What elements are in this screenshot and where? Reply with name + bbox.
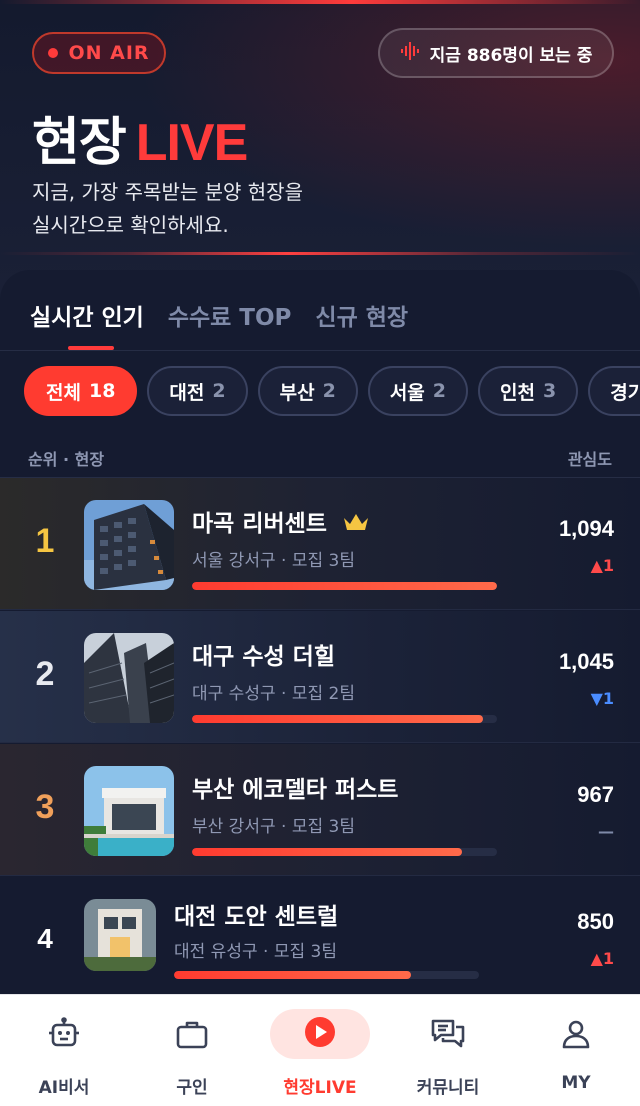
tabs-divider: [0, 350, 640, 351]
chip-label: 경기: [610, 381, 640, 404]
audio-wave-icon: [400, 41, 420, 66]
rank-number: 2: [35, 655, 55, 693]
hero-bottom-glow: [0, 252, 640, 255]
chip-count: 2: [322, 380, 336, 402]
chip-count: 2: [212, 380, 226, 402]
bottom-nav: AI비서 구인 현장LIVE 커뮤니티 MY: [0, 994, 640, 1106]
nav-jobs[interactable]: 구인: [128, 995, 256, 1106]
site-name-text: 마곡 리버센트: [192, 511, 327, 537]
live-dot-icon: [48, 48, 59, 58]
hero-top-glow: [0, 0, 640, 4]
rank-change: —: [598, 822, 614, 841]
site-thumbnail: [84, 500, 174, 590]
chip-seoul[interactable]: 서울 2: [367, 366, 469, 416]
page-title-main: 현장: [32, 114, 127, 172]
chip-label: 인천: [500, 381, 535, 404]
site-thumbnail: [84, 899, 156, 971]
page-subtitle-line1: 지금, 가장 주목받는 분양 현장을: [32, 180, 303, 204]
site-name: 부산 에코델타 퍼스트: [192, 777, 399, 803]
nav-site-live[interactable]: 현장LIVE: [256, 995, 384, 1106]
play-icon: [303, 1015, 337, 1054]
nav-label: AI비서: [38, 1078, 90, 1098]
hero-header: ON AIR 지금 886명이 보는 중 현장 LIVE 지금, 가장 주목받는 …: [0, 0, 640, 300]
interest-score: 1,045: [558, 649, 614, 674]
chip-label: 부산: [279, 381, 315, 404]
chip-count: 3: [543, 380, 557, 402]
chip-incheon[interactable]: 인천 3: [478, 366, 579, 416]
interest-score: 967: [577, 782, 614, 807]
list-header: 순위 · 현장 관심도: [28, 446, 612, 470]
robot-icon: [47, 1011, 81, 1057]
interest-score: 1,094: [558, 516, 614, 541]
ranking-tabs: 실시간 인기 수수료 TOP 신규 현장: [30, 298, 408, 332]
user-icon: [559, 1011, 593, 1057]
interest-bar: [192, 582, 497, 590]
interest-bar-fill: [174, 971, 411, 979]
nav-ai-assistant[interactable]: AI비서: [0, 995, 128, 1106]
chip-gyeonggi[interactable]: 경기: [588, 366, 640, 416]
on-air-label: ON AIR: [68, 42, 150, 64]
briefcase-icon: [175, 1011, 209, 1057]
nav-label: 현장LIVE: [283, 1078, 357, 1098]
interest-bar: [192, 848, 497, 856]
page-subtitle-line2: 실시간으로 확인하세요.: [32, 213, 229, 237]
viewer-count-pill: 지금 886명이 보는 중: [378, 28, 614, 78]
interest-bar-fill: [192, 715, 484, 723]
site-name: 마곡 리버센트: [192, 504, 369, 538]
list-header-interest: 관심도: [567, 450, 612, 469]
chip-busan[interactable]: 부산 2: [257, 366, 358, 416]
site-name: 대구 수성 더힐: [192, 644, 335, 670]
chip-count: 18: [88, 380, 116, 402]
list-item[interactable]: 2 대구 수성 더힐 대구 수성구 · 모집 2팀 1,045 ▼1: [0, 611, 640, 743]
tab-realtime-popular[interactable]: 실시간 인기: [30, 298, 144, 332]
rank-change: ▼1: [590, 689, 614, 708]
chip-label: 전체: [46, 381, 81, 404]
interest-score: 850: [577, 909, 614, 934]
chip-daejeon[interactable]: 대전 2: [147, 366, 248, 416]
region-filter-chips: 전체 18 대전 2 부산 2 서울 2 인천 3 경기: [24, 366, 640, 416]
rank-change: ▲1: [590, 949, 614, 968]
rank-number: 1: [35, 522, 55, 560]
chip-label: 서울: [389, 381, 425, 404]
site-meta: 서울 강서구 · 모집 3팀: [192, 551, 355, 571]
site-thumbnail: [84, 766, 174, 856]
rank-number: 3: [35, 788, 55, 826]
nav-label: 커뮤니티: [416, 1078, 480, 1098]
tab-new-sites[interactable]: 신규 현장: [315, 298, 408, 332]
nav-label: 구인: [176, 1078, 208, 1098]
active-nav-pill: [270, 1009, 370, 1059]
chip-count: 2: [432, 380, 447, 402]
list-item[interactable]: 4 대전 도안 센트럴 대전 유성구 · 모집 3팀 850 ▲1: [0, 877, 640, 1009]
site-name: 대전 도안 센트럴: [174, 904, 339, 930]
nav-label: MY: [561, 1073, 591, 1093]
interest-bar: [174, 971, 479, 979]
rank-number: 4: [37, 923, 53, 954]
chip-all[interactable]: 전체 18: [24, 366, 138, 416]
interest-bar: [192, 715, 497, 723]
viewer-count-label: 지금 886명이 보는 중: [429, 45, 593, 66]
interest-bar-fill: [192, 848, 462, 856]
site-thumbnail: [84, 633, 174, 723]
on-air-badge: ON AIR: [32, 32, 166, 74]
nav-community[interactable]: 커뮤니티: [384, 995, 512, 1106]
site-meta: 대전 유성구 · 모집 3팀: [174, 942, 337, 962]
chip-label: 대전: [169, 381, 205, 404]
ranking-panel: 실시간 인기 수수료 TOP 신규 현장 전체 18 대전 2 부산 2 서울 …: [0, 270, 640, 1010]
list-item[interactable]: 1 마곡 리버센트 서울 강서구 · 모집 3팀 1,094 ▲1: [0, 478, 640, 610]
chat-icon: [430, 1011, 466, 1057]
page-subtitle: 지금, 가장 주목받는 분양 현장을 실시간으로 확인하세요.: [32, 176, 452, 242]
list-header-rank-site: 순위 · 현장: [28, 450, 105, 469]
page-title-accent: LIVE: [135, 114, 249, 172]
rank-change: ▲1: [590, 556, 614, 575]
site-meta: 대구 수성구 · 모집 2팀: [192, 684, 355, 704]
nav-my[interactable]: MY: [512, 995, 640, 1106]
tab-commission-top[interactable]: 수수료 TOP: [168, 298, 292, 332]
site-meta: 부산 강서구 · 모집 3팀: [192, 817, 355, 837]
page-title: 현장 LIVE: [32, 100, 249, 175]
list-item[interactable]: 3 부산 에코델타 퍼스트 부산 강서구 · 모집 3팀 967 —: [0, 744, 640, 876]
crown-icon: [343, 512, 369, 538]
interest-bar-fill: [192, 582, 497, 590]
